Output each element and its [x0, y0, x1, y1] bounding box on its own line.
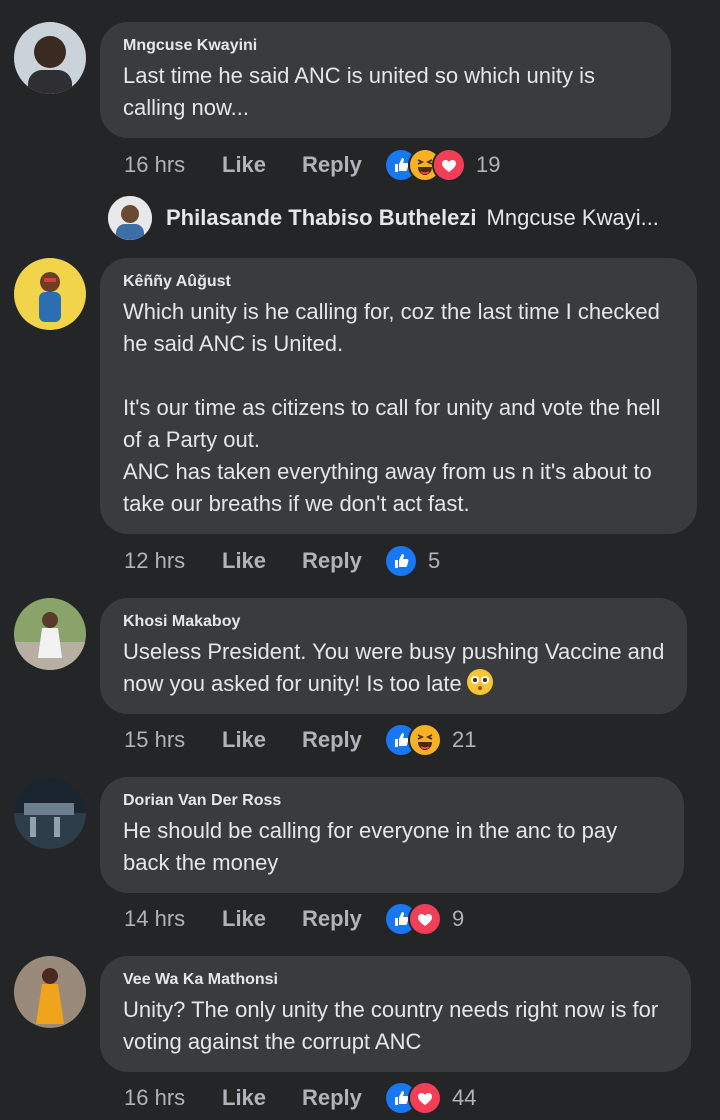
comment-bubble: Dorian Van Der Ross He should be calling… [100, 777, 684, 893]
comment-bubble: Khosi Makaboy Useless President. You wer… [100, 598, 687, 714]
reaction-summary[interactable]: 21 [384, 723, 476, 757]
commenter-name[interactable]: Dorian Van Der Ross [123, 791, 662, 811]
reply-button[interactable]: Reply [302, 548, 384, 574]
comment-timestamp[interactable]: 16 hrs [124, 1085, 222, 1111]
comment-actions: 12 hrs Like Reply 5 [124, 541, 440, 581]
comment-actions: 14 hrs Like Reply 9 [124, 899, 464, 939]
like-button[interactable]: Like [222, 1085, 302, 1111]
comment-timestamp[interactable]: 16 hrs [124, 152, 222, 178]
comment-bubble: Kêññy Aûğust Which unity is he calling f… [100, 258, 697, 534]
reply-preview-text[interactable]: Mngcuse Kwayi... [487, 205, 659, 231]
comment-timestamp[interactable]: 12 hrs [124, 548, 222, 574]
like-button[interactable]: Like [222, 727, 302, 753]
avatar[interactable] [14, 598, 86, 670]
reply-button[interactable]: Reply [302, 906, 384, 932]
avatar [108, 196, 152, 240]
like-button[interactable]: Like [222, 152, 302, 178]
reply-author-name[interactable]: Philasande Thabiso Buthelezi [166, 205, 477, 231]
commenter-name[interactable]: Kêññy Aûğust [123, 272, 675, 292]
love-icon [432, 148, 466, 182]
comment-text: He should be calling for everyone in the… [123, 818, 618, 875]
reaction-count: 19 [476, 152, 501, 177]
like-button[interactable]: Like [222, 906, 302, 932]
comment-actions: 16 hrs Like Reply 19 [124, 145, 500, 185]
like-icon [384, 544, 418, 578]
view-reply-link[interactable]: Philasande Thabiso Buthelezi Mngcuse Kwa… [108, 196, 659, 240]
love-icon [408, 1081, 442, 1115]
commenter-name[interactable]: Khosi Makaboy [123, 612, 665, 632]
comment-text-body: Useless President. You were busy pushing… [123, 639, 665, 696]
comment-text: Unity? The only unity the country needs … [123, 997, 659, 1054]
avatar[interactable] [14, 22, 86, 94]
reaction-count: 5 [428, 548, 441, 573]
reply-button[interactable]: Reply [302, 1085, 384, 1111]
commenter-name[interactable]: Vee Wa Ka Mathonsi [123, 970, 669, 990]
commenter-name[interactable]: Mngcuse Kwayini [123, 36, 649, 56]
reaction-summary[interactable]: 19 [384, 148, 500, 182]
avatar[interactable] [14, 258, 86, 330]
reaction-summary[interactable]: 44 [384, 1081, 476, 1115]
avatar[interactable] [14, 777, 86, 849]
comment-text: Last time he said ANC is united so which… [123, 63, 596, 120]
comment-timestamp[interactable]: 14 hrs [124, 906, 222, 932]
flushed-face-icon [466, 669, 493, 695]
reaction-count: 9 [452, 906, 465, 931]
comment-bubble: Mngcuse Kwayini Last time he said ANC is… [100, 22, 671, 138]
comment-bubble: Vee Wa Ka Mathonsi Unity? The only unity… [100, 956, 691, 1072]
reaction-count: 21 [452, 727, 477, 752]
laugh-icon [408, 723, 442, 757]
reaction-summary[interactable]: 9 [384, 902, 464, 936]
like-button[interactable]: Like [222, 548, 302, 574]
comment-text: Which unity is he calling for, coz the l… [123, 299, 661, 516]
reply-button[interactable]: Reply [302, 152, 384, 178]
comment-text: Useless President. You were busy pushing… [123, 636, 665, 700]
reaction-count: 44 [452, 1085, 477, 1110]
love-icon [408, 902, 442, 936]
comment-actions: 15 hrs Like Reply 21 [124, 720, 476, 760]
comment-timestamp[interactable]: 15 hrs [124, 727, 222, 753]
reply-button[interactable]: Reply [302, 727, 384, 753]
comment-actions: 16 hrs Like Reply 44 [124, 1078, 476, 1118]
avatar[interactable] [14, 956, 86, 1028]
reaction-summary[interactable]: 5 [384, 544, 440, 578]
